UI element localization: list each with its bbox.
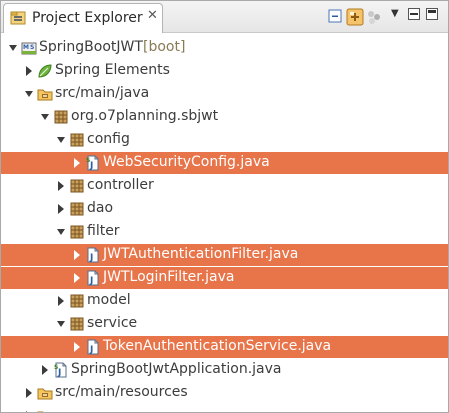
tree-item-decoration: [boot] (143, 39, 186, 55)
tree-item-label: dao (87, 200, 114, 216)
project-tree: M S SpringBootJWT [boot] Spring Elements src… (1, 34, 448, 412)
tree-item[interactable]: J TokenAuthenticationService.java (1, 336, 448, 358)
tree-item-label: src/main/java (55, 85, 150, 101)
view-title: Project Explorer (32, 10, 143, 26)
package-icon (69, 132, 85, 148)
spring-leaf-icon (37, 63, 53, 79)
tree-item-label: Spring Elements (55, 62, 170, 78)
collapsed-twisty-icon[interactable] (72, 249, 82, 261)
expanded-twisty-icon[interactable] (56, 226, 66, 238)
project-explorer-icon (10, 10, 26, 30)
collapsed-twisty-icon[interactable] (56, 203, 66, 215)
tree-item-label: model (87, 292, 131, 308)
package-icon (69, 178, 85, 194)
source-folder-icon (37, 385, 53, 401)
tree-item-label: JWTAuthenticationFilter.java (103, 246, 299, 262)
tree-item[interactable] (1, 405, 448, 412)
tree-item-label: SpringBootJWT (39, 39, 143, 55)
spring-boot-project-icon: MS (21, 40, 37, 56)
tree-item-label: controller (87, 177, 154, 193)
tree-item[interactable]: controller (1, 175, 448, 197)
tree-item[interactable]: service (1, 313, 448, 335)
tree-item[interactable]: dao (1, 198, 448, 220)
project-explorer-view: Project Explorer ✕ ▼ M S SpringBootJWT [… (0, 0, 449, 413)
tree-item[interactable]: J S WebSecurityConfig.java (1, 152, 448, 174)
collapsed-twisty-icon[interactable] (56, 180, 66, 192)
expanded-twisty-icon[interactable] (24, 88, 34, 100)
tree-item[interactable]: model (1, 290, 448, 312)
collapsed-twisty-icon[interactable] (72, 157, 82, 169)
expanded-twisty-icon[interactable] (8, 42, 18, 54)
svg-text:S: S (30, 44, 34, 51)
spring-java-file-icon: JS (53, 362, 69, 378)
tree-item[interactable]: src/main/resources (1, 382, 448, 404)
expanded-twisty-icon[interactable] (56, 134, 66, 146)
close-icon[interactable]: ✕ (147, 8, 158, 23)
tree-item[interactable]: M S SpringBootJWT [boot] (1, 37, 448, 59)
tree-item[interactable]: filter (1, 221, 448, 243)
collapsed-twisty-icon[interactable] (72, 341, 82, 353)
collapsed-twisty-icon[interactable] (24, 65, 34, 77)
package-icon (69, 201, 85, 217)
expanded-twisty-icon[interactable] (56, 318, 66, 330)
view-menu-chevron-down-icon[interactable]: ▼ (391, 8, 399, 19)
source-folder-icon (37, 408, 53, 412)
java-file-icon: J (85, 270, 101, 286)
tree-item[interactable]: J S SpringBootJwtApplication.java (1, 359, 448, 381)
link-with-editor-icon[interactable] (346, 8, 364, 26)
svg-text:J: J (89, 253, 93, 263)
tree-item-label: JWTLoginFilter.java (103, 269, 235, 285)
collapse-all-icon[interactable] (327, 8, 345, 26)
java-file-icon: J (85, 339, 101, 355)
tree-item[interactable]: J JWTLoginFilter.java (1, 267, 448, 289)
package-icon (53, 109, 69, 125)
tree-item[interactable]: config (1, 129, 448, 151)
tree-item[interactable]: org.o7planning.sbjwt (1, 106, 448, 128)
project-explorer-tab[interactable]: Project Explorer ✕ (3, 3, 163, 33)
svg-text:M: M (23, 44, 29, 51)
svg-text:J: J (89, 345, 93, 355)
collapsed-twisty-icon[interactable] (24, 387, 34, 399)
tree-item-label: org.o7planning.sbjwt (71, 108, 219, 124)
package-icon (69, 316, 85, 332)
collapsed-twisty-icon[interactable] (24, 410, 34, 412)
minimize-icon[interactable] (407, 7, 421, 21)
tree-item-label: TokenAuthenticationService.java (103, 338, 332, 354)
svg-text:S: S (86, 157, 90, 164)
view-tab-bar: Project Explorer ✕ ▼ (1, 1, 448, 33)
source-folder-icon (37, 86, 53, 102)
tree-item-label: config (87, 131, 130, 147)
tree-item[interactable]: J JWTAuthenticationFilter.java (1, 244, 448, 266)
tree-item-label: SpringBootJwtApplication.java (71, 361, 282, 377)
maximize-icon[interactable] (425, 7, 439, 21)
tree-item[interactable]: Spring Elements (1, 60, 448, 82)
tree-item-label: filter (87, 223, 120, 239)
collapsed-twisty-icon[interactable] (72, 272, 82, 284)
tree-item-label: src/main/resources (55, 384, 188, 400)
filter-icon[interactable] (365, 8, 383, 26)
expanded-twisty-icon[interactable] (40, 111, 50, 123)
spring-java-file-icon: JS (85, 155, 101, 171)
svg-text:J: J (89, 276, 93, 286)
tree-item-label: service (87, 315, 138, 331)
tree-item[interactable]: src/main/java (1, 83, 448, 105)
collapsed-twisty-icon[interactable] (56, 295, 66, 307)
tree-item-label: WebSecurityConfig.java (103, 154, 270, 170)
java-file-icon: J (85, 247, 101, 263)
package-icon (69, 224, 85, 240)
svg-text:S: S (54, 364, 58, 371)
package-icon (69, 293, 85, 309)
collapsed-twisty-icon[interactable] (40, 364, 50, 376)
